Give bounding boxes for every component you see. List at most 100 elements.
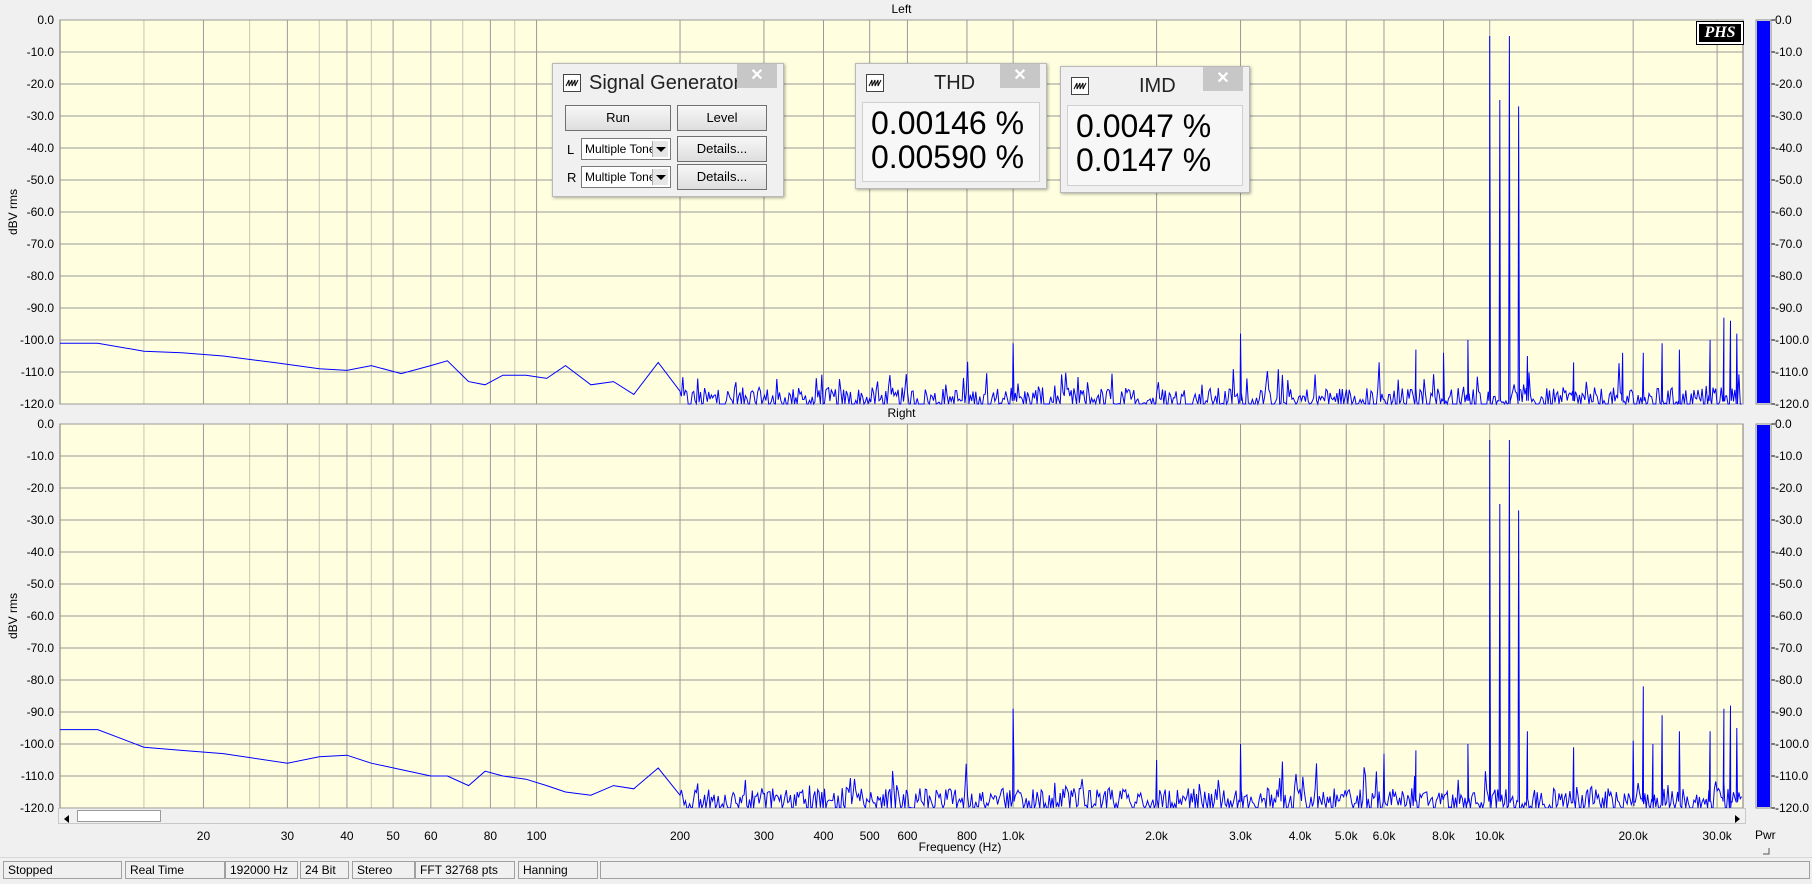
x-tick-label: 500: [860, 829, 880, 843]
y-tick-label-right: -50.0: [1775, 577, 1803, 591]
y-tick-label-right: 0.0: [1775, 417, 1792, 431]
x-tick-label: 5.0k: [1335, 829, 1359, 843]
y-tick-label-right: -110.0: [1775, 365, 1808, 379]
waveform-icon: [866, 74, 884, 92]
imd-left-value: 0.0047 %: [1076, 108, 1212, 144]
x-tick-label: 300: [754, 829, 774, 843]
y-tick-label-right: -80.0: [1775, 269, 1803, 283]
y-tick-label: -30.0: [27, 109, 55, 123]
y-tick-label: -40.0: [27, 141, 55, 155]
level-button[interactable]: Level: [677, 105, 767, 131]
left-details-button[interactable]: Details...: [677, 136, 767, 162]
y-tick-label-right: -70.0: [1775, 237, 1803, 251]
x-tick-label: 4.0k: [1289, 829, 1313, 843]
right-tone-value: Multiple Tones: [585, 170, 662, 184]
scroll-thumb[interactable]: [77, 810, 161, 822]
spectrum-panel-right: Right20 30 40 50 60 80 100 200 300 400 500 600 800 1.…: [6, 406, 1809, 843]
x-tick-label: 50: [386, 829, 400, 843]
x-tick-label: 30.0k: [1702, 829, 1732, 843]
y-tick-label: -80.0: [27, 269, 55, 283]
y-axis-title: dBV rms: [6, 593, 20, 639]
x-tick-label: 20: [197, 829, 211, 843]
y-tick-label: -10.0: [27, 449, 55, 463]
y-tick-label-right: -20.0: [1775, 481, 1803, 495]
x-tick-label: 10.0k: [1475, 829, 1505, 843]
close-icon[interactable]: ✕: [1000, 64, 1040, 88]
y-tick-label: -70.0: [27, 641, 55, 655]
horizontal-scrollbar[interactable]: [58, 808, 1746, 824]
x-tick-label: 3.0k: [1229, 829, 1253, 843]
x-tick-label: 80: [484, 829, 498, 843]
right-details-button[interactable]: Details...: [677, 164, 767, 190]
window-title: Signal Generator: [589, 72, 741, 94]
y-tick-label: -30.0: [27, 513, 55, 527]
x-tick-label: 400: [813, 829, 833, 843]
x-axis-title: Frequency (Hz): [918, 840, 1002, 854]
imd-readout: 0.0047 % 0.0147 %: [1067, 105, 1243, 186]
status-state: Stopped: [3, 861, 122, 879]
y-tick-label-right: -90.0: [1775, 705, 1803, 719]
x-tick-label: 30: [281, 829, 295, 843]
y-tick-label-right: -120.0: [1775, 397, 1809, 411]
y-tick-label-right: -90.0: [1775, 301, 1803, 315]
y-tick-label-right: -10.0: [1775, 449, 1803, 463]
resize-grip-icon[interactable]: [1761, 843, 1771, 855]
x-tick-label: 2.0k: [1145, 829, 1169, 843]
y-tick-label: -120.0: [20, 397, 54, 411]
y-tick-label-right: -30.0: [1775, 109, 1803, 123]
right-channel-label: R: [567, 170, 577, 185]
status-sample-rate: 192000 Hz: [225, 861, 298, 879]
waveform-icon: [563, 74, 581, 92]
waveform-icon: [1071, 77, 1089, 95]
status-bar: Stopped Real Time 192000 Hz 24 Bit Stere…: [0, 857, 1812, 884]
y-tick-label: -110.0: [21, 769, 54, 783]
thd-window: THD ✕ 0.00146 % 0.00590 %: [855, 63, 1047, 189]
run-button[interactable]: Run: [565, 105, 671, 131]
status-blank: [600, 861, 1810, 879]
x-tick-label: 200: [670, 829, 690, 843]
y-tick-label-right: -100.0: [1775, 737, 1809, 751]
y-axis-title: dBV rms: [6, 189, 20, 235]
scroll-right-icon[interactable]: [1731, 811, 1743, 823]
left-channel-label: L: [567, 142, 575, 157]
left-tone-select[interactable]: Multiple Tones: [581, 138, 671, 160]
status-window: Hanning: [518, 861, 598, 879]
panel-title: Right: [887, 406, 916, 420]
power-meter-fill: [1757, 21, 1770, 403]
imd-window: IMD ✕ 0.0047 % 0.0147 %: [1060, 66, 1250, 193]
y-tick-label: -60.0: [27, 205, 55, 219]
right-tone-select[interactable]: Multiple Tones: [581, 166, 671, 188]
y-tick-label: -90.0: [27, 705, 55, 719]
x-tick-label: 8.0k: [1432, 829, 1456, 843]
y-tick-label: 0.0: [37, 417, 54, 431]
chevron-down-icon: [652, 141, 668, 157]
y-tick-label-right: -40.0: [1775, 141, 1803, 155]
y-tick-label-right: -50.0: [1775, 173, 1803, 187]
status-bit-depth: 24 Bit: [300, 861, 349, 879]
y-tick-label: 0.0: [37, 13, 54, 27]
y-tick-label-right: -60.0: [1775, 609, 1803, 623]
close-icon[interactable]: ✕: [1203, 67, 1243, 91]
scroll-left-icon[interactable]: [61, 811, 73, 823]
panel-title: Left: [891, 2, 912, 16]
y-tick-label: -70.0: [27, 237, 55, 251]
x-tick-label: 6.0k: [1373, 829, 1397, 843]
close-icon[interactable]: ✕: [737, 64, 777, 88]
y-tick-label-right: -20.0: [1775, 77, 1803, 91]
power-meter-fill: [1757, 425, 1770, 807]
chevron-down-icon: [652, 169, 668, 185]
y-tick-label-right: -30.0: [1775, 513, 1803, 527]
y-tick-label-right: -70.0: [1775, 641, 1803, 655]
y-tick-label-right: -10.0: [1775, 45, 1803, 59]
x-tick-label: 20.0k: [1618, 829, 1648, 843]
y-tick-label: -50.0: [27, 173, 55, 187]
status-fft-size: FFT 32768 pts: [415, 861, 515, 879]
power-meter-label: Pwr: [1755, 828, 1776, 842]
window-title: THD: [934, 72, 976, 94]
y-tick-label-right: -40.0: [1775, 545, 1803, 559]
y-tick-label: -100.0: [20, 737, 54, 751]
y-tick-label: -110.0: [21, 365, 54, 379]
y-tick-label-right: -60.0: [1775, 205, 1803, 219]
y-tick-label: -120.0: [20, 801, 54, 815]
phs-logo: PHS: [1696, 21, 1744, 45]
